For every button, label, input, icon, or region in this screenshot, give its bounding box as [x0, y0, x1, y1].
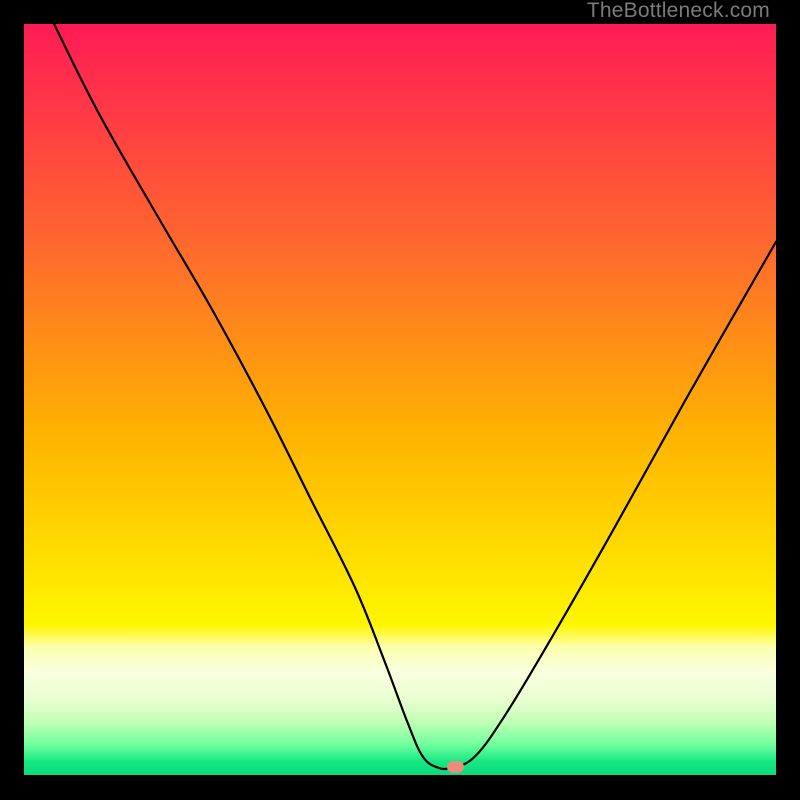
watermark-text: TheBottleneck.com [587, 0, 770, 23]
plot-area [24, 24, 776, 775]
bottleneck-curve [24, 24, 776, 775]
chart-frame: TheBottleneck.com [0, 0, 800, 800]
optimum-marker [447, 761, 464, 773]
